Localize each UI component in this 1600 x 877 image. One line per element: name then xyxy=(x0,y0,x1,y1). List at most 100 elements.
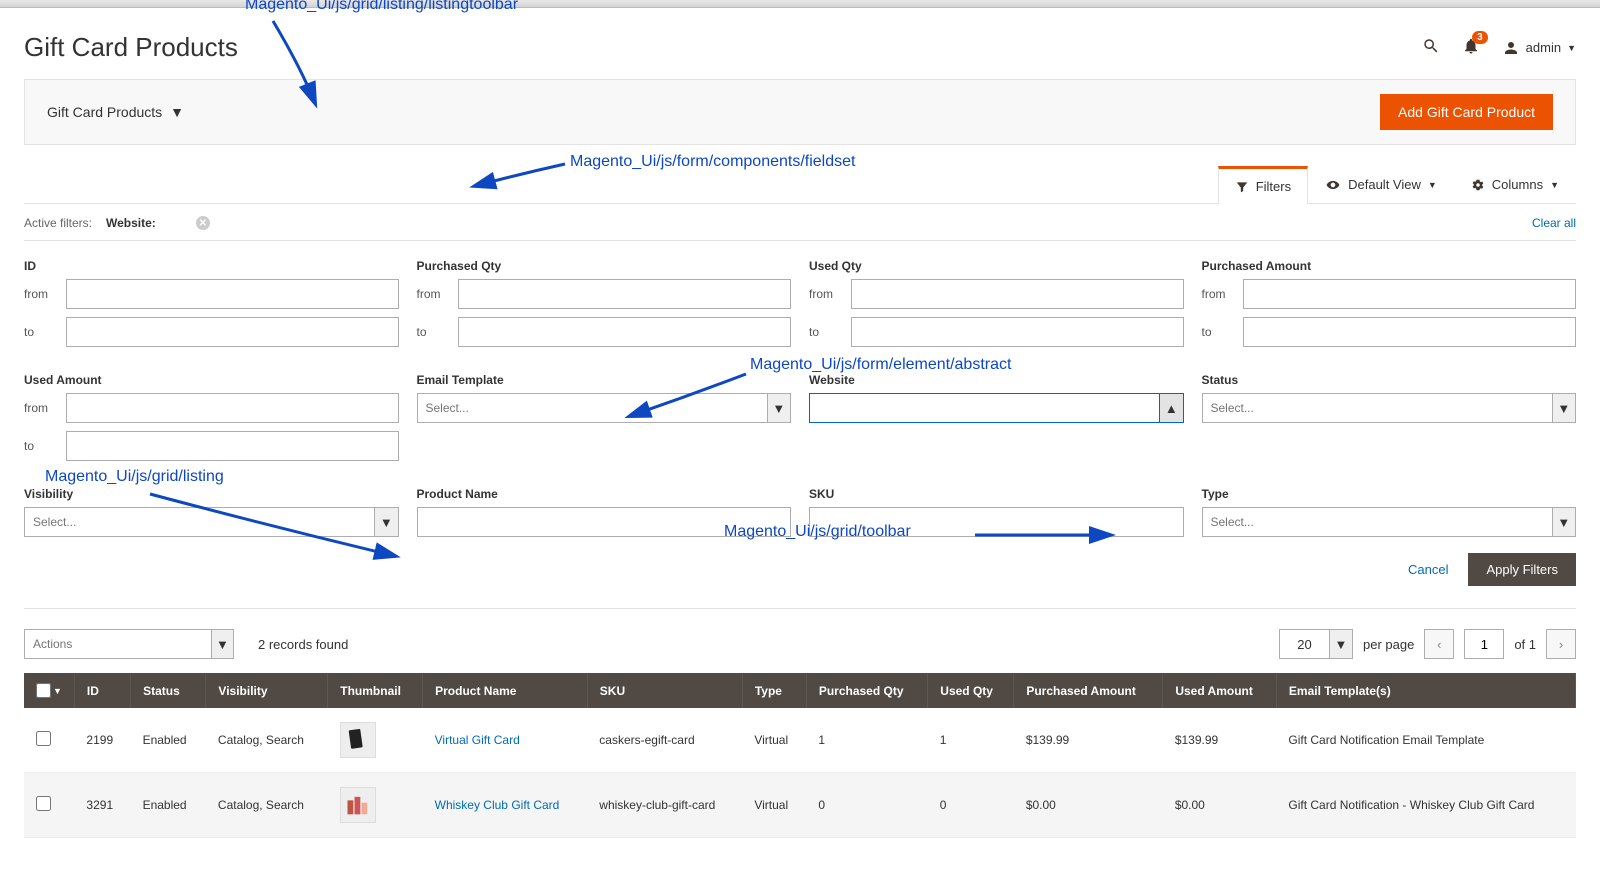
id-to-input[interactable] xyxy=(66,317,399,347)
admin-user-label: admin xyxy=(1526,40,1561,55)
col-used-amount[interactable]: Used Amount xyxy=(1163,673,1277,708)
active-filters: Active filters: Website: ✕ Clear all xyxy=(24,204,1576,241)
filter-id-label: ID xyxy=(24,259,399,273)
caret-down-icon[interactable]: ▼ xyxy=(1329,629,1353,659)
ua-to-input[interactable] xyxy=(66,431,399,461)
clear-all-link[interactable]: Clear all xyxy=(1532,216,1576,230)
columns-tab[interactable]: Columns ▼ xyxy=(1454,165,1576,203)
caret-down-icon[interactable]: ▼ xyxy=(767,393,791,423)
product-link[interactable]: Virtual Gift Card xyxy=(435,733,520,747)
add-product-button[interactable]: Add Gift Card Product xyxy=(1380,94,1553,130)
col-sku[interactable]: SKU xyxy=(587,673,742,708)
col-thumbnail[interactable]: Thumbnail xyxy=(328,673,423,708)
pq-to-input[interactable] xyxy=(458,317,791,347)
filters-actions: Cancel Apply Filters xyxy=(24,537,1576,598)
cell-uamt: $139.99 xyxy=(1163,708,1277,773)
filter-website: Website ▲ xyxy=(809,373,1184,469)
products-grid: ▼ ID Status Visibility Thumbnail Product… xyxy=(24,673,1576,838)
product-link[interactable]: Whiskey Club Gift Card xyxy=(435,798,560,812)
filters-tab[interactable]: Filters xyxy=(1218,166,1308,204)
filter-pn-label: Product Name xyxy=(417,487,792,501)
uq-to-input[interactable] xyxy=(851,317,1184,347)
col-id[interactable]: ID xyxy=(74,673,130,708)
filter-used-qty: Used Qty from to xyxy=(809,259,1184,355)
row-checkbox[interactable] xyxy=(36,796,51,811)
cell-pqty: 1 xyxy=(806,708,927,773)
records-found-text: 2 records found xyxy=(258,637,348,652)
cell-type: Virtual xyxy=(742,708,806,773)
caret-down-icon[interactable]: ▼ xyxy=(1552,393,1576,423)
filter-sku: SKU xyxy=(809,487,1184,537)
gear-icon xyxy=(1471,178,1485,192)
type-select[interactable] xyxy=(1202,507,1552,537)
id-from-input[interactable] xyxy=(66,279,399,309)
toolbar-title-dropdown[interactable]: Gift Card Products ▼ xyxy=(47,104,184,120)
header-actions: 3 admin ▼ xyxy=(1422,37,1576,58)
actions-select[interactable] xyxy=(24,629,211,659)
col-purchased-amount[interactable]: Purchased Amount xyxy=(1014,673,1163,708)
caret-up-icon[interactable]: ▲ xyxy=(1159,393,1183,423)
caret-down-icon: ▼ xyxy=(1550,180,1559,190)
cancel-filters-link[interactable]: Cancel xyxy=(1408,562,1448,577)
caret-down-icon[interactable]: ▼ xyxy=(211,629,234,659)
visibility-select[interactable] xyxy=(24,507,374,537)
col-visibility[interactable]: Visibility xyxy=(206,673,328,708)
search-icon[interactable] xyxy=(1422,37,1440,58)
cell-pamt: $139.99 xyxy=(1014,708,1163,773)
cell-id: 2199 xyxy=(74,708,130,773)
cell-sku: whiskey-club-gift-card xyxy=(587,773,742,838)
notification-icon[interactable]: 3 xyxy=(1462,37,1480,58)
select-all-checkbox[interactable]: ▼ xyxy=(36,683,62,698)
col-product-name[interactable]: Product Name xyxy=(423,673,588,708)
cell-uqty: 0 xyxy=(928,773,1014,838)
col-type[interactable]: Type xyxy=(742,673,806,708)
filter-pa-label: Purchased Amount xyxy=(1202,259,1577,273)
website-select[interactable] xyxy=(809,393,1159,423)
per-page-select[interactable]: 20 ▼ xyxy=(1279,629,1353,659)
table-row[interactable]: 3291 Enabled Catalog, Search Whiskey Clu… xyxy=(24,773,1576,838)
product-name-input[interactable] xyxy=(417,507,792,537)
col-status[interactable]: Status xyxy=(131,673,206,708)
filter-uq-label: Used Qty xyxy=(809,259,1184,273)
table-row[interactable]: 2199 Enabled Catalog, Search Virtual Gif… xyxy=(24,708,1576,773)
actions-dropdown[interactable]: ▼ xyxy=(24,629,234,659)
filter-purchased-amount: Purchased Amount from to xyxy=(1202,259,1577,355)
email-template-select[interactable] xyxy=(417,393,767,423)
caret-down-icon: ▼ xyxy=(1567,43,1576,53)
page-input[interactable] xyxy=(1464,629,1504,659)
row-checkbox[interactable] xyxy=(36,731,51,746)
col-email-templates[interactable]: Email Template(s) xyxy=(1276,673,1575,708)
columns-label: Columns xyxy=(1492,177,1543,192)
filter-website-label: Website xyxy=(809,373,1184,387)
remove-filter-icon[interactable]: ✕ xyxy=(196,216,210,230)
cell-status: Enabled xyxy=(131,708,206,773)
next-page-button[interactable]: › xyxy=(1546,629,1576,659)
admin-user-menu[interactable]: admin ▼ xyxy=(1502,39,1576,57)
caret-down-icon[interactable]: ▼ xyxy=(374,507,398,537)
caret-down-icon[interactable]: ▼ xyxy=(1552,507,1576,537)
cell-pamt: $0.00 xyxy=(1014,773,1163,838)
ua-from-input[interactable] xyxy=(66,393,399,423)
pq-from-input[interactable] xyxy=(458,279,791,309)
filter-type: Type ▼ xyxy=(1202,487,1577,537)
active-filters-label: Active filters: xyxy=(24,216,92,230)
prev-page-button[interactable]: ‹ xyxy=(1424,629,1454,659)
cell-email: Gift Card Notification Email Template xyxy=(1276,708,1575,773)
col-used-qty[interactable]: Used Qty xyxy=(928,673,1014,708)
toolbar-title-label: Gift Card Products xyxy=(47,104,162,120)
page-header: Gift Card Products 3 admin ▼ xyxy=(24,8,1576,79)
col-purchased-qty[interactable]: Purchased Qty xyxy=(806,673,927,708)
filter-status-label: Status xyxy=(1202,373,1577,387)
cell-uamt: $0.00 xyxy=(1163,773,1277,838)
status-select[interactable] xyxy=(1202,393,1552,423)
default-view-tab[interactable]: Default View ▼ xyxy=(1308,165,1454,203)
apply-filters-button[interactable]: Apply Filters xyxy=(1468,553,1576,586)
pa-to-input[interactable] xyxy=(1243,317,1576,347)
filter-product-name: Product Name xyxy=(417,487,792,537)
pa-from-input[interactable] xyxy=(1243,279,1576,309)
uq-from-input[interactable] xyxy=(851,279,1184,309)
grid-controls: Filters Default View ▼ Columns ▼ xyxy=(24,165,1576,204)
filter-ua-label: Used Amount xyxy=(24,373,399,387)
cell-uqty: 1 xyxy=(928,708,1014,773)
sku-input[interactable] xyxy=(809,507,1184,537)
